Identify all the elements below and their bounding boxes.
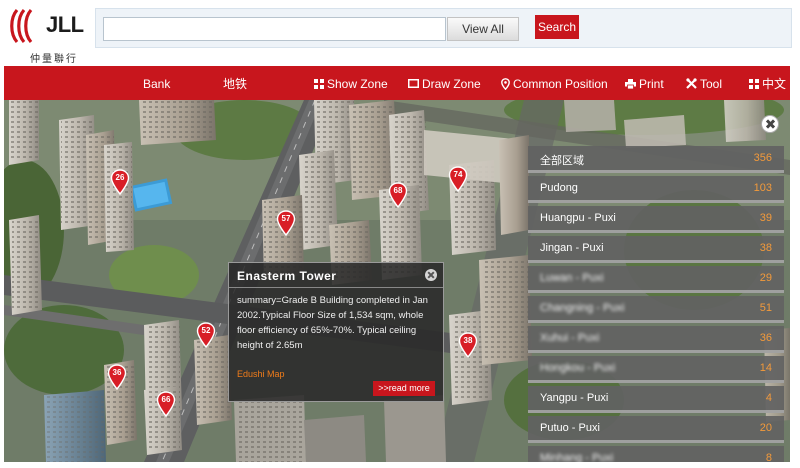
nav-item-common-position[interactable]: Common Position [501, 66, 608, 100]
logo-text: JLL [46, 12, 84, 37]
building-marker[interactable]: 66 [156, 391, 176, 417]
zone-row-minhang[interactable]: Minhang - Puxi 8 [528, 446, 784, 462]
nav-item-label: Common Position [513, 76, 608, 91]
zone-row-jingan[interactable]: Jingan - Puxi 38 [528, 236, 784, 263]
jll-logo-mark-icon [10, 8, 33, 44]
zone-list-panel: 全部区域 356 Pudong 103 Huangpu - Puxi 39 Ji… [528, 146, 784, 462]
main-nav: Bank 地铁 Show Zone Draw Zone Common Posit… [4, 66, 790, 100]
marker-number: 26 [115, 173, 125, 182]
logo-chinese-text: 仲量聯行 [30, 54, 78, 65]
zone-row-changning[interactable]: Changning - Puxi 51 [528, 296, 784, 323]
nav-item-show-zone[interactable]: Show Zone [314, 66, 388, 100]
zone-count: 29 [759, 272, 772, 284]
zone-count: 36 [759, 332, 772, 344]
printer-icon [625, 78, 636, 89]
header: JLL 仲量聯行 View All Search [0, 0, 800, 66]
nav-item-label: Show Zone [327, 76, 388, 91]
marker-number: 38 [463, 336, 473, 345]
nav-item-language[interactable]: 中文 [749, 66, 786, 100]
zone-count: 51 [759, 302, 772, 314]
zone-count: 14 [759, 362, 772, 374]
view-all-button[interactable]: View All [447, 17, 519, 41]
nav-item-label: Draw Zone [422, 76, 481, 91]
zone-row-luwan[interactable]: Luwan - Puxi 29 [528, 266, 784, 293]
zone-count: 8 [765, 452, 772, 462]
zone-row-yangpu[interactable]: Yangpu - Puxi 4 [528, 386, 784, 413]
grid-icon [749, 78, 759, 89]
building-marker[interactable]: 57 [276, 210, 296, 236]
marker-number: 57 [281, 214, 291, 223]
building-marker[interactable]: 26 [110, 169, 130, 195]
marker-number: 52 [201, 326, 211, 335]
zone-name: Changning - Puxi [540, 302, 625, 314]
nav-item-tool[interactable]: Tool [686, 66, 722, 100]
jll-logo[interactable]: JLL 仲量聯行 [8, 6, 88, 65]
search-button[interactable]: Search [535, 15, 579, 39]
popup-title: Enasterm Tower [237, 269, 337, 283]
marker-number: 66 [161, 395, 171, 404]
zone-row-putuo[interactable]: Putuo - Puxi 20 [528, 416, 784, 443]
zone-row-all[interactable]: 全部区域 356 [528, 146, 784, 173]
zone-row-hongkou[interactable]: Hongkou - Puxi 14 [528, 356, 784, 383]
nav-item-label: Tool [700, 76, 723, 91]
marker-number: 36 [112, 368, 122, 377]
nav-item-label: Bank [143, 76, 171, 91]
zone-name: Xuhui - Puxi [540, 332, 600, 344]
zone-name: Luwan - Puxi [540, 272, 604, 284]
tools-icon [686, 78, 697, 90]
zone-count: 356 [753, 152, 772, 164]
zone-row-pudong[interactable]: Pudong 103 [528, 176, 784, 203]
close-icon[interactable] [761, 115, 779, 133]
zone-count: 38 [759, 242, 772, 254]
nav-item-label: Print [639, 76, 664, 91]
zone-row-huangpu[interactable]: Huangpu - Puxi 39 [528, 206, 784, 233]
zone-name: Hongkou - Puxi [540, 362, 616, 374]
zone-count: 39 [759, 212, 772, 224]
grid-icon [314, 78, 324, 89]
zone-count: 4 [765, 392, 772, 404]
nav-item-metro[interactable]: 地铁 [223, 66, 247, 100]
read-more-button[interactable]: >>read more [373, 381, 435, 396]
nav-item-print[interactable]: Print [625, 66, 664, 100]
zone-name: Yangpu - Puxi [540, 392, 609, 404]
zone-name: Huangpu - Puxi [540, 212, 616, 224]
zone-count: 103 [753, 182, 772, 194]
edushi-map-link[interactable]: Edushi Map [237, 369, 285, 379]
building-marker[interactable]: 52 [196, 322, 216, 348]
rectangle-icon [408, 79, 419, 89]
nav-item-draw-zone[interactable]: Draw Zone [408, 66, 481, 100]
nav-item-label: 地铁 [223, 76, 248, 91]
nav-item-bank[interactable]: Bank [143, 66, 170, 100]
zone-name: Putuo - Puxi [540, 422, 600, 434]
popup-summary: summary=Grade B Building completed in Ja… [237, 295, 428, 351]
close-icon[interactable] [425, 269, 437, 281]
zone-name: Jingan - Puxi [540, 242, 604, 254]
location-pin-icon [501, 77, 510, 90]
search-panel: View All Search [95, 8, 792, 48]
building-marker[interactable]: 74 [448, 166, 468, 192]
zone-name: Pudong [540, 182, 578, 194]
nav-item-label: 中文 [762, 76, 787, 91]
popup-divider [229, 287, 443, 288]
building-marker[interactable]: 38 [458, 332, 478, 358]
marker-number: 68 [393, 186, 403, 195]
zone-row-xuhui[interactable]: Xuhui - Puxi 36 [528, 326, 784, 353]
building-marker[interactable]: 68 [388, 182, 408, 208]
search-input[interactable] [103, 17, 446, 41]
building-marker[interactable]: 36 [107, 364, 127, 390]
zone-count: 20 [759, 422, 772, 434]
zone-name: Minhang - Puxi [540, 452, 614, 462]
marker-number: 74 [453, 170, 463, 179]
zone-name: 全部区域 [540, 155, 584, 167]
building-info-popup: Enasterm Tower summary=Grade B Building … [228, 262, 444, 402]
